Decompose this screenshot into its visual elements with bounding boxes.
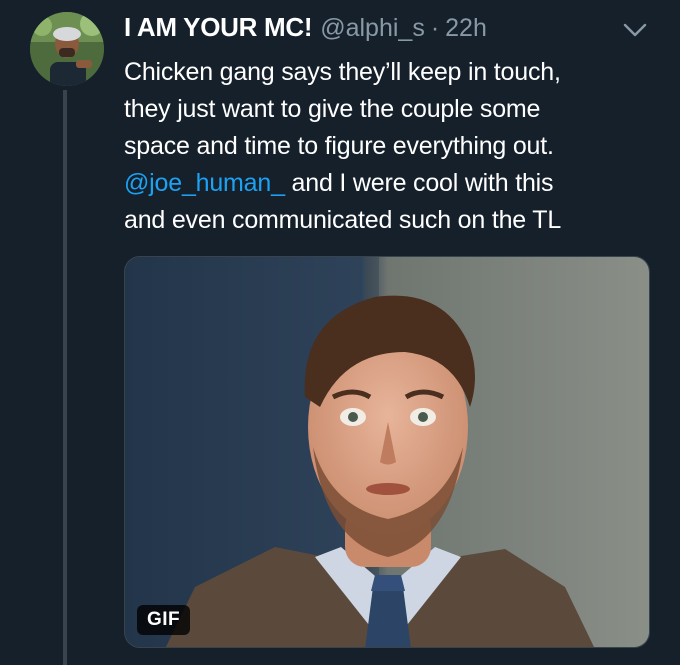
tweet-text-line: space and time to figure everything out. (124, 132, 554, 160)
mention-link[interactable]: @joe_human_ (124, 169, 285, 197)
tweet-header: I AM YOUR MC! @alphi_s · 22h (124, 12, 487, 46)
tweet-text: Chicken gang says they’ll keep in touch,… (124, 54, 664, 239)
separator-dot: · (430, 14, 440, 42)
tweet[interactable]: I AM YOUR MC! @alphi_s · 22h Chicken gan… (0, 0, 680, 665)
tweet-text-line: @joe_human_ and I were cool with this (124, 165, 664, 202)
gif-badge: GIF (137, 605, 191, 635)
chevron-down-icon[interactable] (622, 22, 648, 38)
user-handle[interactable]: @alphi_s (320, 14, 425, 43)
avatar[interactable] (30, 12, 104, 86)
thread-line (63, 90, 67, 665)
tweet-timestamp[interactable]: 22h (445, 14, 487, 43)
display-name[interactable]: I AM YOUR MC! (124, 12, 313, 43)
gif-frame-image (125, 257, 649, 647)
tweet-text-fragment: and I were cool with this (284, 169, 554, 197)
tweet-text-line: they just want to give the couple some (124, 95, 541, 123)
gif-media[interactable]: GIF (124, 256, 650, 648)
tweet-text-line: and even communicated such on the TL (124, 206, 562, 234)
tweet-text-line: Chicken gang says they’ll keep in touch, (124, 58, 561, 86)
